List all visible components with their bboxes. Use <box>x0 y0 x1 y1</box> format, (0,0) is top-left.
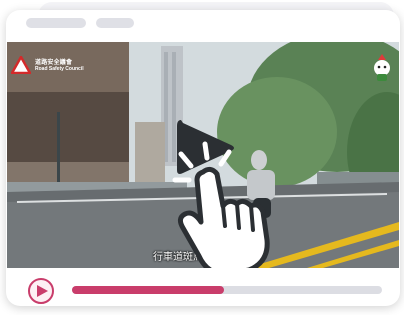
logo-subname: Road Safety Council <box>35 66 84 72</box>
progress-bar[interactable] <box>72 286 382 294</box>
video-frame[interactable]: 道路安全議會 Road Safety Council 行車道斑馬線上的行人 <box>7 42 399 268</box>
pointing-hand-icon <box>172 141 270 268</box>
window-title-placeholder <box>26 18 86 28</box>
road-safety-council-logo: 道路安全議會 Road Safety Council <box>11 56 107 80</box>
warning-triangle-icon <box>11 56 31 74</box>
logo-name: 道路安全議會 <box>35 60 73 66</box>
progress-fill <box>72 286 224 294</box>
player-controls <box>6 268 400 306</box>
play-button[interactable] <box>28 278 54 304</box>
window-subtitle-placeholder <box>96 18 134 28</box>
play-icon <box>37 285 48 297</box>
video-player-window: 道路安全議會 Road Safety Council 行車道斑馬線上的行人 <box>6 10 400 306</box>
mascot-icon <box>374 54 390 81</box>
